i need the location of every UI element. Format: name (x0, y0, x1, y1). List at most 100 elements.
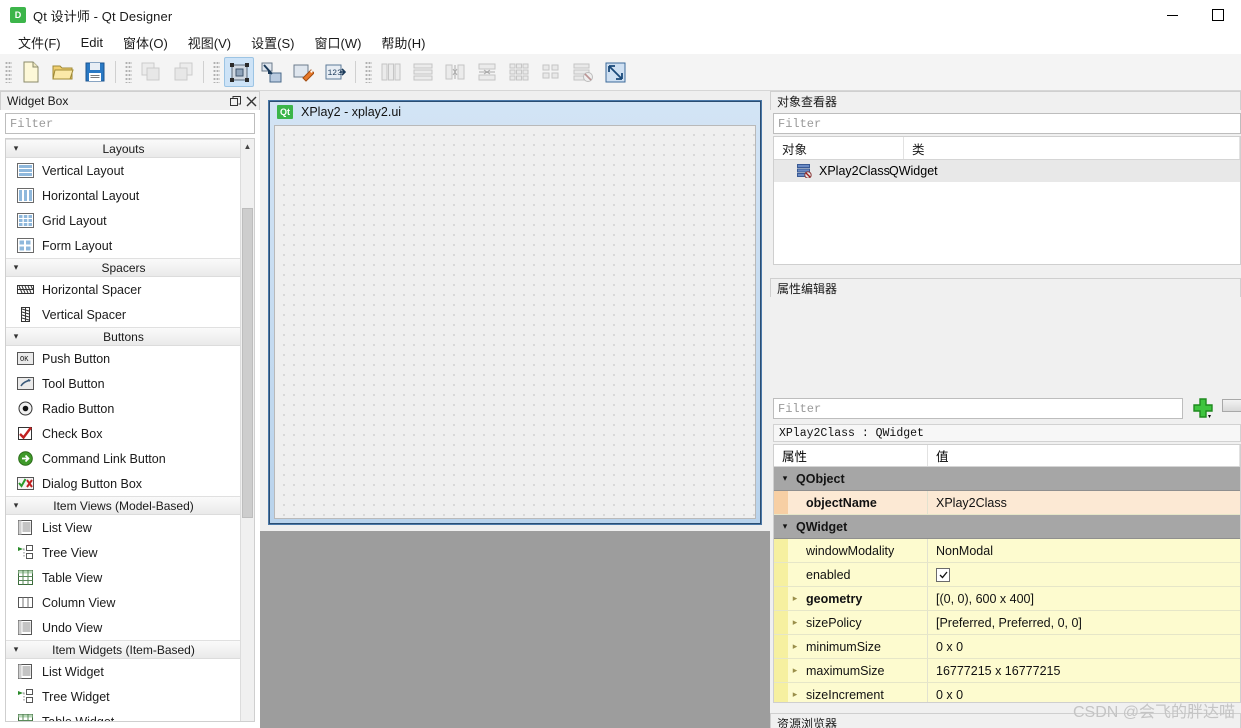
undo-button[interactable] (136, 57, 166, 87)
layout-splitter-horizontal-button[interactable] (440, 57, 470, 87)
widget-box-scrollbar[interactable]: ▲ (240, 139, 254, 721)
widget-box-list[interactable]: ▾ Layouts Vertical Layout Horizontal Lay… (5, 138, 255, 722)
add-property-button[interactable] (1188, 394, 1218, 422)
object-inspector-tree[interactable]: 对象 类 XPlay2Class QWidget (773, 136, 1241, 265)
toolbar-grip[interactable] (5, 61, 12, 83)
menu-view[interactable]: 视图(V) (178, 30, 241, 55)
widget-item-tool-button[interactable]: Tool Button (6, 371, 241, 396)
object-inspector-filter-input[interactable]: Filter (773, 113, 1241, 134)
widget-item-grid-layout[interactable]: Grid Layout (6, 208, 241, 233)
edit-signals-slots-button[interactable] (256, 57, 286, 87)
property-value[interactable]: NonModal (928, 539, 1240, 562)
widget-box-group-item-widgets[interactable]: ▾ Item Widgets (Item-Based) (6, 640, 241, 659)
float-icon[interactable] (227, 93, 243, 109)
menu-settings[interactable]: 设置(S) (241, 30, 304, 55)
edit-widgets-button[interactable] (224, 57, 254, 87)
widget-item-tree-view[interactable]: Tree View (6, 540, 241, 565)
column-header-value[interactable]: 值 (928, 445, 1240, 466)
widget-item-radio-button[interactable]: Radio Button (6, 396, 241, 421)
redo-button[interactable] (168, 57, 198, 87)
scrollbar-thumb[interactable] (242, 208, 253, 518)
widget-item-check-box[interactable]: Check Box (6, 421, 241, 446)
widget-item-column-view[interactable]: Column View (6, 590, 241, 615)
widget-box-group-spacers[interactable]: ▾ Spacers (6, 258, 241, 277)
form-window-title-bar[interactable]: Qt XPlay2 - xplay2.ui (269, 101, 761, 123)
widget-item-list-view[interactable]: List View (6, 515, 241, 540)
widget-item-horizontal-layout[interactable]: Horizontal Layout (6, 183, 241, 208)
chevron-right-icon[interactable]: ▸ (788, 587, 802, 610)
property-value[interactable]: [(0, 0), 600 x 400] (928, 587, 1240, 610)
property-value[interactable] (928, 563, 1240, 586)
property-row-enabled[interactable]: enabled (774, 563, 1240, 587)
property-group-qobject[interactable]: ▾ QObject (774, 467, 1240, 491)
maximize-button[interactable] (1195, 0, 1241, 30)
widget-item-vertical-spacer[interactable]: Vertical Spacer (6, 302, 241, 327)
column-header-object[interactable]: 对象 (774, 137, 904, 159)
chevron-right-icon[interactable]: ▸ (788, 683, 802, 702)
layout-splitter-vertical-button[interactable] (472, 57, 502, 87)
property-row-objectname[interactable]: objectName XPlay2Class (774, 491, 1240, 515)
property-value[interactable]: XPlay2Class (928, 491, 1240, 514)
remove-property-button[interactable] (1222, 399, 1241, 413)
widget-box-group-layouts[interactable]: ▾ Layouts (6, 139, 241, 158)
property-group-qwidget[interactable]: ▾ QWidget (774, 515, 1240, 539)
enabled-checkbox[interactable] (936, 567, 950, 582)
layout-grid-button[interactable] (504, 57, 534, 87)
edit-tab-order-button[interactable]: 123 (320, 57, 350, 87)
adjust-size-button[interactable] (600, 57, 630, 87)
new-form-button[interactable] (16, 57, 46, 87)
property-row-sizepolicy[interactable]: ▸ sizePolicy [Preferred, Preferred, 0, 0… (774, 611, 1240, 635)
form-canvas[interactable] (274, 125, 756, 519)
layout-form-button[interactable] (536, 57, 566, 87)
save-form-button[interactable] (80, 57, 110, 87)
widget-item-command-link-button[interactable]: Command Link Button (6, 446, 241, 471)
toolbar-grip-4[interactable] (365, 61, 372, 83)
mdi-area[interactable]: Qt XPlay2 - xplay2.ui (260, 91, 770, 728)
property-value[interactable]: [Preferred, Preferred, 0, 0] (928, 611, 1240, 634)
form-window[interactable]: Qt XPlay2 - xplay2.ui (268, 100, 762, 525)
property-value[interactable]: 0 x 0 (928, 635, 1240, 658)
toolbar-grip-3[interactable] (213, 61, 220, 83)
column-header-class[interactable]: 类 (904, 137, 1240, 159)
widget-item-list-widget[interactable]: List Widget (6, 659, 241, 684)
widget-box-group-buttons[interactable]: ▾ Buttons (6, 327, 241, 346)
menu-file[interactable]: 文件(F) (8, 30, 71, 55)
widget-item-dialog-button-box[interactable]: Dialog Button Box (6, 471, 241, 496)
chevron-right-icon[interactable]: ▸ (788, 611, 802, 634)
property-value[interactable]: 16777215 x 16777215 (928, 659, 1240, 682)
layout-vertically-button[interactable] (408, 57, 438, 87)
menu-edit[interactable]: Edit (71, 32, 113, 53)
chevron-up-icon[interactable]: ▲ (241, 139, 254, 154)
property-row-minimumsize[interactable]: ▸ minimumSize 0 x 0 (774, 635, 1240, 659)
menu-help[interactable]: 帮助(H) (371, 30, 435, 55)
minimize-button[interactable] (1149, 0, 1195, 30)
menu-window[interactable]: 窗口(W) (304, 30, 371, 55)
close-icon[interactable] (243, 93, 259, 109)
column-header-property[interactable]: 属性 (774, 445, 928, 466)
widget-item-push-button[interactable]: OK Push Button (6, 346, 241, 371)
break-layout-button[interactable] (568, 57, 598, 87)
widget-item-table-widget[interactable]: Table Widget (6, 709, 241, 721)
property-row-maximumsize[interactable]: ▸ maximumSize 16777215 x 16777215 (774, 659, 1240, 683)
layout-horizontally-button[interactable] (376, 57, 406, 87)
widget-item-tree-widget[interactable]: Tree Widget (6, 684, 241, 709)
chevron-right-icon[interactable]: ▸ (788, 635, 802, 658)
edit-buddies-button[interactable] (288, 57, 318, 87)
widget-item-horizontal-spacer[interactable]: Horizontal Spacer (6, 277, 241, 302)
widget-item-table-view[interactable]: Table View (6, 565, 241, 590)
toolbar-grip-2[interactable] (125, 61, 132, 83)
widget-item-undo-view[interactable]: Undo View (6, 615, 241, 640)
property-editor-filter-input[interactable]: Filter (773, 398, 1183, 419)
widget-item-vertical-layout[interactable]: Vertical Layout (6, 158, 241, 183)
chevron-right-icon[interactable]: ▸ (788, 659, 802, 682)
widget-box-group-item-views[interactable]: ▾ Item Views (Model-Based) (6, 496, 241, 515)
menu-form[interactable]: 窗体(O) (113, 30, 178, 55)
widget-box-group-label: Buttons (103, 329, 144, 344)
widget-box-filter-input[interactable]: Filter (5, 113, 255, 134)
property-row-geometry[interactable]: ▸ geometry [(0, 0), 600 x 400] (774, 587, 1240, 611)
property-row-windowmodality[interactable]: windowModality NonModal (774, 539, 1240, 563)
widget-item-form-layout[interactable]: Form Layout (6, 233, 241, 258)
open-form-button[interactable] (48, 57, 78, 87)
property-editor-table[interactable]: 属性 值 ▾ QObject objectName XPlay2Class ▾ … (773, 444, 1241, 703)
object-inspector-row[interactable]: XPlay2Class QWidget (774, 160, 1240, 182)
